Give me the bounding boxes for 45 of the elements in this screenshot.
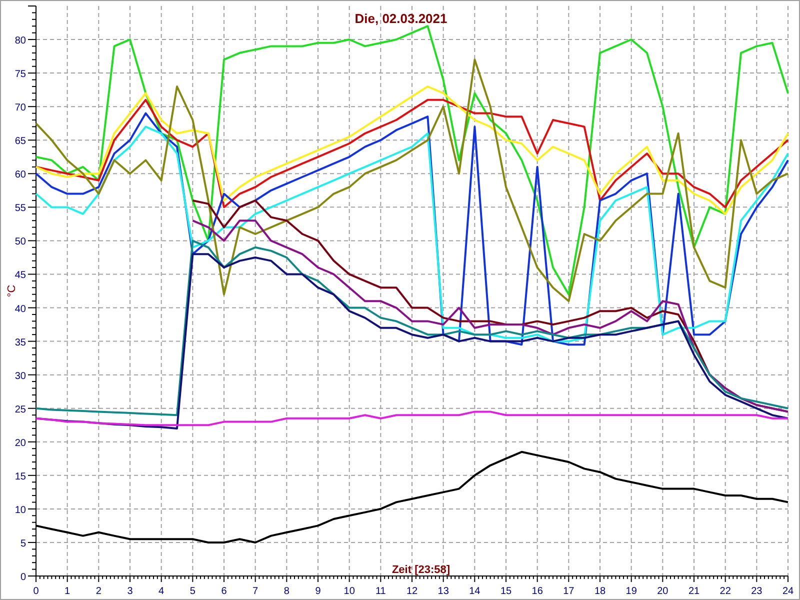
y-tick-label: 20 bbox=[14, 438, 26, 449]
y-tick-label: 65 bbox=[14, 136, 26, 148]
y-tick-label: 40 bbox=[14, 304, 26, 315]
x-tick-label: 1 bbox=[64, 586, 70, 597]
x-tick-label: 6 bbox=[221, 586, 227, 597]
y-tick-label: 15 bbox=[14, 471, 26, 482]
x-tick-label: 5 bbox=[190, 586, 196, 597]
x-tick-label: 3 bbox=[127, 586, 133, 597]
x-tick-label: 7 bbox=[252, 586, 258, 597]
x-tick-label: 14 bbox=[469, 586, 480, 597]
y-tick-label: 30 bbox=[14, 370, 26, 382]
x-tick-label: 0 bbox=[33, 586, 39, 597]
y-tick-label: 10 bbox=[14, 504, 26, 516]
x-tick-label: 10 bbox=[344, 586, 355, 597]
x-tick-label: 9 bbox=[315, 586, 321, 597]
chart-title: Die, 02.03.2021 bbox=[354, 11, 448, 26]
x-tick-label: 4 bbox=[158, 586, 164, 597]
x-axis-title: Zeit [23:58] bbox=[392, 564, 450, 576]
x-tick-label: 13 bbox=[438, 586, 449, 597]
y-tick-label: 75 bbox=[14, 69, 26, 80]
x-tick-label: 16 bbox=[532, 586, 543, 597]
y-tick-label: 80 bbox=[14, 36, 26, 47]
y-tick-label: 5 bbox=[20, 538, 26, 550]
y-tick-label: 25 bbox=[14, 404, 26, 416]
x-tick-label: 18 bbox=[594, 586, 606, 597]
y-axis-title: °C bbox=[6, 284, 18, 298]
x-tick-label: 24 bbox=[782, 586, 794, 597]
x-tick-label: 2 bbox=[96, 586, 102, 597]
x-tick-label: 12 bbox=[406, 586, 418, 597]
x-tick-label: 23 bbox=[751, 586, 762, 597]
y-tick-label: 55 bbox=[14, 203, 26, 214]
x-tick-label: 22 bbox=[720, 586, 731, 597]
y-tick-label: 0 bbox=[20, 572, 26, 583]
x-tick-label: 21 bbox=[688, 586, 700, 597]
x-tick-label: 17 bbox=[563, 586, 574, 597]
x-tick-label: 20 bbox=[657, 586, 668, 597]
y-tick-label: 35 bbox=[14, 337, 26, 348]
y-tick-label: 70 bbox=[14, 102, 26, 114]
y-tick-label: 60 bbox=[14, 170, 26, 181]
x-tick-label: 15 bbox=[500, 586, 512, 597]
y-tick-label: 45 bbox=[14, 270, 26, 282]
y-tick-label: 50 bbox=[14, 236, 26, 248]
x-tick-label: 8 bbox=[284, 586, 290, 597]
x-tick-label: 11 bbox=[375, 586, 386, 597]
x-tick-label: 19 bbox=[626, 586, 637, 597]
